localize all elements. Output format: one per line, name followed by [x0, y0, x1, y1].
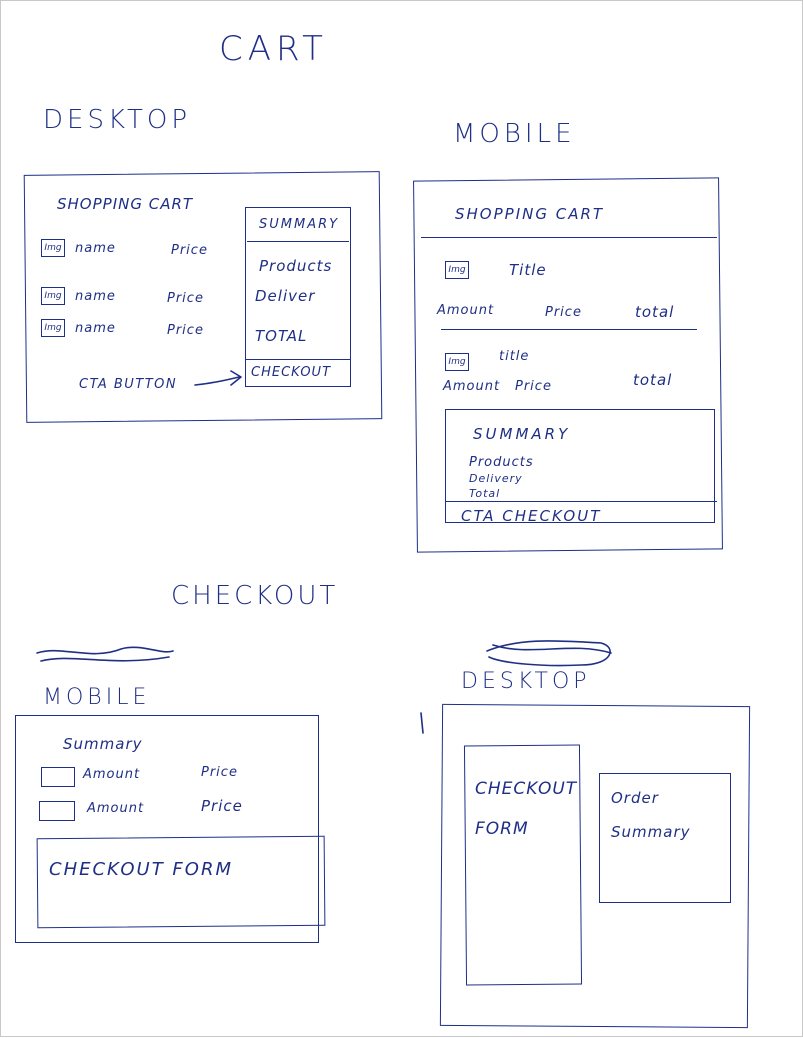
scribble-crossed-word-left — [36, 646, 174, 662]
scribble-crossed-word-right — [486, 640, 612, 667]
sketch-strokes — [36, 370, 612, 734]
pen-tick — [420, 712, 424, 734]
sketch-page: CART DESKTOP SHOPPING CART Img name Pric… — [0, 0, 803, 1037]
